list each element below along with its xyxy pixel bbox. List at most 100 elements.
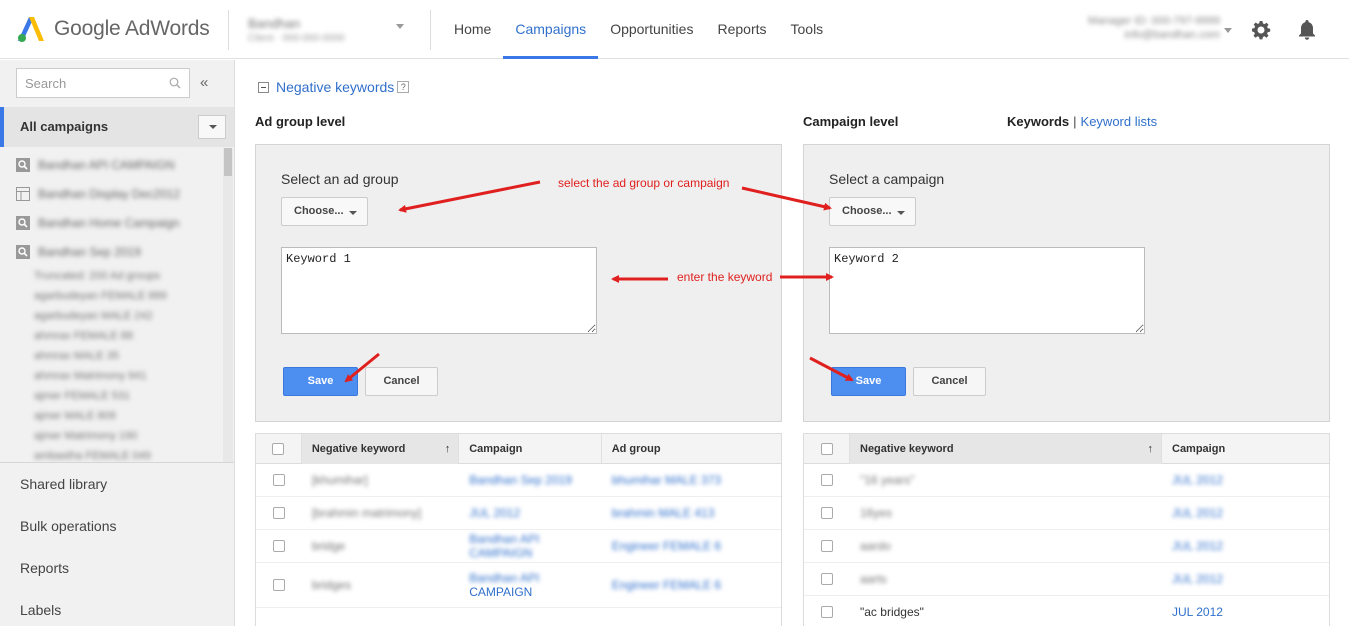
col-negative-keyword[interactable]: Negative keyword ↑ — [850, 434, 1162, 464]
ad-group-save-button[interactable]: Save — [283, 367, 358, 396]
ad-group-item[interactable]: ahmrax Matrimony 941 — [0, 366, 222, 386]
row-checkbox[interactable] — [821, 573, 833, 585]
row-checkbox[interactable] — [272, 540, 285, 552]
google-adwords-logo[interactable]: Google AdWords — [16, 14, 210, 44]
campaign-link[interactable]: Bandhan Sep 2019 — [459, 464, 601, 496]
user-account-info[interactable]: Manager ID: 000-797-9999 info@bandhan.co… — [1060, 14, 1220, 42]
campaign-link[interactable]: JUL 2012 — [1162, 530, 1329, 562]
campaign-link[interactable]: JUL 2012 — [1162, 464, 1329, 496]
campaign-save-button[interactable]: Save — [831, 367, 906, 396]
negative-keywords-header: Negative keywords ? — [258, 79, 410, 95]
ad-group-item[interactable]: ambastha FEMALE 049 — [0, 446, 222, 462]
keyword-view-toggle: Keywords | Keyword lists — [1007, 114, 1157, 129]
choose-campaign-dropdown[interactable]: Choose... — [829, 197, 916, 226]
keyword-lists-link[interactable]: Keyword lists — [1081, 114, 1158, 129]
ad-group-keyword-textarea[interactable]: Keyword 1 — [281, 247, 597, 334]
campaign-link[interactable]: JUL 2012 — [1162, 563, 1329, 595]
ad-group-link[interactable]: Engineer FEMALE 6 — [602, 530, 781, 562]
campaign-tree-item[interactable]: Bandhan Display Dec2012 — [0, 179, 222, 208]
sidebar-item-all-campaigns[interactable]: All campaigns — [0, 107, 234, 147]
table-row[interactable]: aarts JUL 2012 — [804, 563, 1329, 596]
row-checkbox-cell — [804, 530, 850, 562]
campaign-link-line: CAMPAIGN — [469, 546, 533, 560]
table-row[interactable]: [khumihar] Bandhan Sep 2019 bhumihar MAL… — [256, 464, 781, 497]
ad-group-item[interactable]: agarbudeyan FEMALE 889 — [0, 286, 222, 306]
negative-keywords-title[interactable]: Negative keywords — [276, 79, 394, 95]
ad-group-link[interactable]: Engineer FEMALE 6 — [602, 563, 781, 607]
nav-opportunities[interactable]: Opportunities — [598, 0, 705, 59]
help-icon[interactable]: ? — [397, 81, 410, 93]
choose-ad-group-dropdown[interactable]: Choose... — [281, 197, 368, 226]
campaign-link[interactable]: Bandhan API CAMPAIGN — [459, 530, 601, 562]
ad-group-cancel-button[interactable]: Cancel — [365, 367, 438, 396]
col-ad-group[interactable]: Ad group — [602, 434, 781, 464]
ad-group-item[interactable]: ajmer Matrimony 190 — [0, 426, 222, 446]
ad-group-item[interactable]: ajmer MALE 809 — [0, 406, 222, 426]
table-row[interactable]: 16yes JUL 2012 — [804, 497, 1329, 530]
col-negative-keyword[interactable]: Negative keyword ↑ — [301, 434, 460, 464]
table-row[interactable]: [brahmin matrimony] JUL 2012 brahmin MAL… — [256, 497, 781, 530]
campaign-link-line: Bandhan API — [469, 532, 540, 546]
campaign-link[interactable]: JUL 2012 — [1162, 497, 1329, 529]
campaign-link[interactable]: JUL 2012 — [1162, 596, 1329, 626]
sidebar-link-reports[interactable]: Reports — [20, 560, 69, 576]
ad-group-item[interactable]: ajmer FEMALE 531 — [0, 386, 222, 406]
select-all-checkbox[interactable] — [820, 443, 833, 455]
row-checkbox[interactable] — [272, 474, 285, 486]
ad-group-item: Truncated: 200 Ad groups — [34, 270, 161, 282]
sidebar-link-labels[interactable]: Labels — [20, 602, 61, 618]
ad-group-link[interactable]: brahmin MALE 413 — [602, 497, 781, 529]
ad-group-item[interactable]: ahmrax FEMALE 88 — [0, 326, 222, 346]
row-checkbox-cell — [256, 530, 302, 562]
notification-bell-icon[interactable] — [1297, 19, 1317, 41]
nav-home[interactable]: Home — [442, 0, 503, 59]
campaign-link[interactable]: Bandhan API CAMPAIGN — [459, 563, 601, 607]
campaign-tree-item[interactable]: Bandhan API CAMPAIGN — [0, 150, 222, 179]
table-row[interactable]: bridges Bandhan API CAMPAIGN Engineer FE… — [256, 563, 781, 608]
search-input[interactable] — [17, 69, 157, 97]
ad-group-item[interactable]: ahmrax MALE 35 — [0, 346, 222, 366]
scrollbar-thumb[interactable] — [224, 148, 232, 176]
chevron-down-icon[interactable] — [396, 24, 404, 29]
account-selector[interactable]: Bandhan Client · 000-000-0000 — [248, 16, 408, 44]
table-row[interactable]: bridge Bandhan API CAMPAIGN Engineer FEM… — [256, 530, 781, 563]
search-campaign-icon — [16, 157, 30, 172]
row-checkbox[interactable] — [821, 540, 833, 552]
keyword-cell: aardo — [860, 539, 891, 553]
keywords-tab[interactable]: Keywords — [1007, 114, 1069, 129]
col-campaign[interactable]: Campaign — [459, 434, 602, 464]
nav-campaigns[interactable]: Campaigns — [503, 0, 599, 59]
sidebar-scrollbar[interactable] — [223, 148, 233, 462]
nav-tools[interactable]: Tools — [779, 0, 836, 59]
sidebar-link-bulk-operations[interactable]: Bulk operations — [20, 518, 117, 534]
header-divider — [228, 10, 229, 50]
ad-group-item[interactable]: agarbudeyan MALE 242 — [0, 306, 222, 326]
settings-gear-icon[interactable] — [1251, 20, 1271, 40]
search-campaign-icon — [16, 244, 30, 259]
campaign-name: Bandhan Home Campaign — [38, 215, 180, 230]
row-checkbox[interactable] — [821, 474, 833, 486]
nav-reports[interactable]: Reports — [705, 0, 778, 59]
campaign-link[interactable]: JUL 2012 — [459, 497, 601, 529]
select-all-checkbox[interactable] — [272, 443, 285, 455]
collapse-sidebar-icon[interactable]: « — [200, 74, 208, 91]
all-campaigns-dropdown[interactable] — [198, 115, 226, 139]
search-icon[interactable] — [169, 77, 181, 89]
campaign-cancel-button[interactable]: Cancel — [913, 367, 986, 396]
col-campaign[interactable]: Campaign — [1162, 434, 1329, 464]
row-checkbox[interactable] — [272, 579, 285, 591]
collapse-section-icon[interactable] — [258, 81, 269, 93]
table-row[interactable]: aardo JUL 2012 — [804, 530, 1329, 563]
table-row[interactable]: "16 years" JUL 2012 — [804, 464, 1329, 497]
row-checkbox[interactable] — [821, 606, 833, 618]
campaign-keyword-textarea[interactable]: Keyword 2 — [829, 247, 1145, 334]
row-checkbox[interactable] — [821, 507, 833, 519]
row-checkbox[interactable] — [272, 507, 285, 519]
sidebar-link-shared-library[interactable]: Shared library — [20, 476, 107, 492]
col-header-label: Negative keyword — [311, 443, 406, 455]
ad-group-link[interactable]: bhumihar MALE 373 — [602, 464, 781, 496]
campaign-tree-item[interactable]: Bandhan Sep 2019 — [0, 237, 222, 266]
table-row[interactable]: "ac bridges" JUL 2012 — [804, 596, 1329, 626]
chevron-down-icon[interactable] — [1224, 28, 1232, 33]
campaign-tree-item[interactable]: Bandhan Home Campaign — [0, 208, 222, 237]
